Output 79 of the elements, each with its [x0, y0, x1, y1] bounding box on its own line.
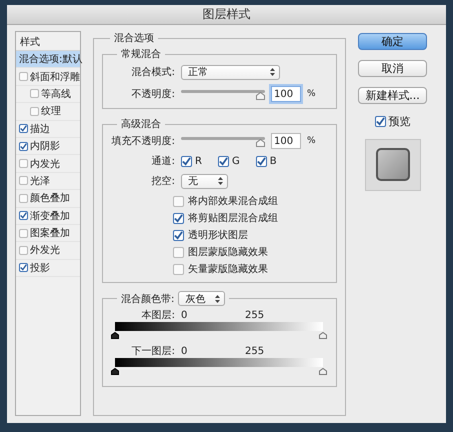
group-title: 混合选项 [113, 32, 155, 45]
checkbox[interactable] [19, 176, 28, 186]
slider-thumb[interactable] [111, 332, 119, 339]
checkbox[interactable] [173, 246, 184, 258]
checkbox[interactable] [173, 264, 184, 274]
dialog-button[interactable]: 新建样式... [358, 87, 427, 104]
opacity-field[interactable]: 100 [271, 86, 301, 102]
preview-drawing [364, 139, 420, 191]
sidebar-item[interactable]: 颜色叠加 [16, 190, 80, 208]
group-title: 高级混合 [120, 118, 162, 131]
stepper-arrows-icon [270, 68, 275, 76]
slider-track[interactable] [181, 88, 265, 100]
sidebar-item[interactable]: 斜面和浮雕 [16, 68, 80, 86]
checkbox[interactable] [256, 156, 267, 166]
sidebar-item[interactable]: 光泽 [16, 172, 80, 190]
checkbox[interactable] [374, 116, 386, 127]
field-label: 下一图层: [130, 345, 175, 358]
checkbox[interactable] [173, 196, 184, 206]
checkbox-label: 透明形状图层 [188, 228, 248, 242]
checkbox[interactable] [19, 72, 28, 82]
checkbox-label: 预览 [388, 114, 410, 129]
sidebar-item[interactable]: 等高线 [16, 86, 80, 104]
field-label: 本图层: [140, 308, 175, 322]
opacity-field[interactable]: 100 [271, 133, 301, 149]
checkbox[interactable] [19, 211, 28, 220]
checkbox-label: R [195, 156, 202, 166]
checkbox-label: 矢量蒙版隐藏效果 [188, 262, 268, 276]
sidebar-item[interactable]: 描边 [16, 120, 80, 138]
value-label: 0 [181, 310, 188, 320]
checkbox-label: 图层蒙版隐藏效果 [188, 246, 268, 259]
checkbox[interactable] [173, 212, 184, 224]
field-label: 不透明度: [130, 88, 175, 101]
checkbox[interactable] [181, 156, 192, 166]
dialog-button[interactable]: 确定 [358, 33, 427, 50]
slider-thumb[interactable] [319, 332, 327, 339]
checkbox[interactable] [30, 106, 39, 116]
sidebar-item[interactable]: 混合选项:默认 [16, 51, 80, 68]
unit-label: % [307, 89, 316, 99]
sidebar-item[interactable]: 内阴影 [16, 138, 80, 156]
window-title: 图层样式 [202, 6, 250, 23]
field-label: 通道: [150, 154, 175, 168]
checkbox-label: B [270, 156, 277, 166]
value-label: 0 [181, 346, 188, 356]
checkbox[interactable] [19, 228, 28, 238]
group-title: 混合颜色带: [121, 292, 174, 306]
checkbox[interactable] [173, 230, 184, 240]
sidebar-item[interactable]: 渐变叠加 [16, 208, 80, 225]
value-label: 255 [245, 310, 266, 320]
checkbox-label: G [232, 156, 240, 166]
checkbox[interactable] [19, 159, 28, 168]
value-label: 255 [245, 346, 266, 356]
field-label: 混合模式: [130, 66, 175, 79]
blend-mode-dropdown[interactable]: 正常 [181, 64, 280, 80]
slider-track[interactable] [181, 134, 265, 148]
stepper-arrows-icon [218, 177, 223, 185]
checkbox[interactable] [30, 89, 39, 98]
group-title: 常规混合 [120, 48, 162, 61]
stepper-arrows-icon [215, 294, 220, 302]
checkbox[interactable] [19, 263, 28, 272]
sidebar-item[interactable]: 纹理 [16, 103, 80, 121]
checkbox[interactable] [19, 194, 28, 203]
checkbox[interactable] [19, 124, 28, 134]
blend-if-dropdown[interactable]: 灰色 [178, 291, 226, 306]
knockout-dropdown[interactable]: 无 [181, 174, 228, 188]
slider-thumb[interactable] [111, 368, 119, 375]
unit-label: % [307, 136, 316, 146]
dialog-button[interactable]: 取消 [358, 60, 427, 77]
checkbox-label: 将剪贴图层混合成组 [188, 212, 278, 225]
sidebar-item[interactable]: 外发光 [16, 242, 80, 260]
sidebar-item[interactable]: 投影 [16, 260, 80, 278]
field-label: 挖空: [150, 174, 175, 188]
checkbox[interactable] [19, 246, 28, 255]
checkbox[interactable] [19, 142, 28, 151]
sidebar-item[interactable]: 图案叠加 [16, 224, 80, 242]
checkbox-label: 将内部效果混合成组 [188, 194, 278, 208]
slider-thumb[interactable] [319, 368, 327, 375]
checkbox[interactable] [218, 156, 229, 166]
field-label: 填充不透明度: [110, 134, 175, 148]
sidebar-item[interactable]: 内发光 [16, 155, 80, 173]
